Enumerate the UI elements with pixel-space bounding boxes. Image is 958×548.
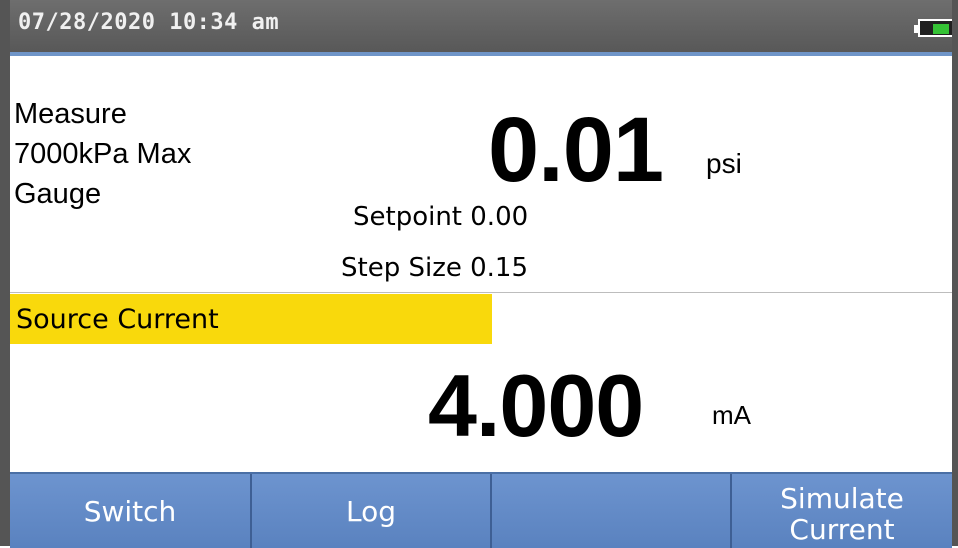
log-button-label: Log: [345, 494, 396, 528]
simulate-current-line2: Current: [789, 513, 895, 546]
current-reading: 4.000: [428, 356, 644, 455]
switch-button-label: Switch: [83, 494, 177, 528]
measure-mode-label: Measure: [14, 98, 127, 130]
source-current-label: Source Current: [16, 304, 219, 335]
pressure-reading: 0.01: [488, 99, 664, 201]
gauge-type-label: Gauge: [14, 178, 102, 210]
setpoint-text: Setpoint 0.00: [353, 202, 529, 232]
datetime: 07/28/2020 10:34 am: [18, 10, 280, 35]
switch-button[interactable]: Switch: [10, 474, 250, 548]
current-unit: mA: [712, 400, 751, 430]
softkey-bar: Switch Log Simulate Current: [10, 472, 952, 548]
battery-level: [933, 24, 949, 34]
battery-icon: [914, 19, 952, 37]
simulate-current-button[interactable]: Simulate Current: [730, 474, 952, 548]
log-button[interactable]: Log: [250, 474, 490, 548]
battery-terminal: [914, 25, 918, 33]
bezel-left: [0, 0, 10, 546]
source-current-banner: Source Current: [10, 294, 492, 344]
bezel-right: [952, 0, 958, 546]
pressure-unit: psi: [706, 148, 742, 179]
status-bar: 07/28/2020 10:34 am: [10, 0, 952, 56]
simulate-current-line1: Simulate: [780, 482, 904, 515]
empty-softkey[interactable]: [490, 474, 730, 548]
pressure-range-label: 7000kPa Max: [14, 138, 192, 170]
section-divider: [10, 292, 952, 293]
step-size-text: Step Size 0.15: [341, 253, 528, 283]
